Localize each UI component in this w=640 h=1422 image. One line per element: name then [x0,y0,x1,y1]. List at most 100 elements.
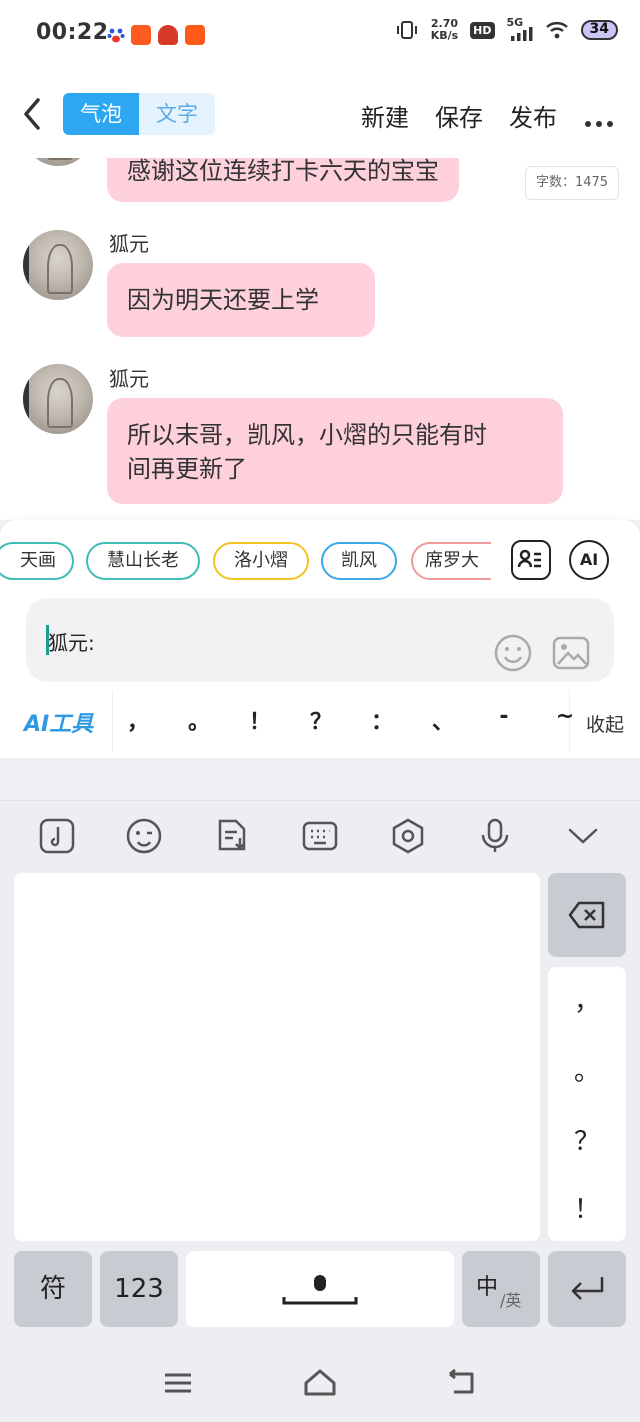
punct-key[interactable]: ~ [550,704,580,729]
message-bubble[interactable]: 感谢这位连续打卡六天的宝宝 [107,158,459,202]
sender-name: 狐元 [109,232,149,256]
clipboard-button[interactable] [214,818,250,854]
wink-face-icon [126,818,162,854]
more-button[interactable] [585,112,613,127]
punct-key[interactable]: ！ [548,1189,626,1226]
message-input[interactable]: 狐元: [26,598,614,682]
emoji-button[interactable] [494,634,532,672]
chat-area[interactable]: 感谢这位连续打卡六天的宝宝 字数：1475 狐元 因为明天还要上学 狐元 所以末… [0,158,640,520]
hd-badge: HD [470,21,495,39]
contact-card-icon [517,549,541,568]
smiley-icon [494,634,532,672]
hide-keyboard-button[interactable] [565,818,601,854]
keyboard-icon [302,821,338,851]
character-manage-button[interactable] [511,540,551,580]
tab-text[interactable]: 文字 [139,93,215,135]
signal-bars-icon [510,27,533,41]
save-button[interactable]: 保存 [435,98,483,133]
keyboard-gap [0,758,640,800]
back-nav-button[interactable] [446,1368,478,1398]
menu-icon [165,1373,191,1393]
return-arrow-icon [571,1277,604,1300]
status-time: 00:22 [36,20,109,45]
word-count: 字数：1475 [525,166,619,200]
language-sub: /英 [500,1291,522,1310]
delete-key[interactable] [548,873,626,957]
vibrate-icon [396,21,417,39]
punctuation-strip: ， 。 ！ ？ ： 、 - ~ [112,690,574,752]
avatar[interactable] [23,158,93,166]
avatar[interactable] [23,364,93,434]
message-bubble[interactable]: 所以末哥，凯风，小熠的只能有时 间再更新了 [107,398,563,504]
message-input-text: 狐元: [48,631,95,655]
ai-button[interactable]: AI [569,540,609,580]
chevron-left-icon [24,98,40,130]
message-bubble[interactable]: 因为明天还要上学 [107,263,375,337]
mode-switch: 气泡 文字 [63,93,215,135]
keyboard-layout-button[interactable] [302,818,338,854]
backspace-icon [568,901,605,929]
avatar[interactable] [23,230,93,300]
punct-key[interactable]: 、 [428,704,458,736]
wifi-icon [545,22,568,39]
punct-key[interactable]: ， [548,981,626,1018]
tab-bubble[interactable]: 气泡 [63,93,139,135]
chevron-down-icon [568,828,598,844]
new-button[interactable]: 新建 [361,98,409,133]
emoji-panel-button[interactable] [126,818,162,854]
game-app-icon [158,25,178,45]
message-text-line: 所以末哥，凯风，小熠的只能有时 [127,421,487,449]
symbols-key[interactable]: 符 [14,1251,92,1327]
enter-key[interactable] [548,1251,626,1327]
baidu-app-icon [106,25,126,45]
character-chip[interactable]: 洛小熠 [213,542,309,580]
battery-indicator: 34 [580,20,618,40]
hexagon-settings-icon [392,818,424,854]
numbers-key[interactable]: 123 [100,1251,178,1327]
top-nav: 气泡 文字 新建 保存 发布 [0,72,640,158]
net-speed: 2.70 KB/s [430,17,459,42]
document-download-icon [218,819,246,851]
back-button[interactable] [18,94,48,134]
message-text: 因为明天还要上学 [127,286,319,314]
music-button[interactable] [39,818,75,854]
home-button[interactable] [303,1368,336,1398]
image-button[interactable] [552,634,590,672]
ai-tools-button[interactable]: AI工具 [24,706,93,738]
microphone-icon [481,818,509,852]
collapse-button[interactable]: 收起 [586,710,624,737]
punct-key[interactable]: ！ [245,704,275,736]
character-chip[interactable]: 天画 [0,542,74,580]
punct-key[interactable]: - [489,704,519,729]
punct-key[interactable]: 。 [184,704,214,736]
taobao-app-icon [131,25,151,45]
status-bar: 00:22 2.70 KB/s HD 5G 34 [0,0,640,72]
space-mic-icon [282,1275,358,1305]
settings-button[interactable] [390,818,426,854]
sender-name: 狐元 [109,367,149,391]
punct-key[interactable]: ： [367,704,397,736]
message-text-line: 间再更新了 [127,455,247,483]
back-arrow-icon [449,1368,474,1394]
space-key[interactable] [186,1251,454,1327]
punct-key[interactable]: 。 [548,1051,626,1088]
character-chip[interactable]: 凯风 [321,542,397,580]
punct-key[interactable]: ？ [306,704,336,736]
language-main: 中 [476,1275,499,1300]
system-nav-bar [0,1340,640,1422]
keyboard: ， 。 ？ ！ 符 123 中 /英 [0,800,640,1340]
message-text: 感谢这位连续打卡六天的宝宝 [127,158,439,185]
language-switch-key[interactable]: 中 /英 [462,1251,540,1327]
publish-button[interactable]: 发布 [509,98,557,133]
punct-key[interactable]: ， [123,704,153,736]
character-chip[interactable]: 慧山长老 [86,542,200,580]
voice-button[interactable] [477,818,513,854]
more-dots-icon [585,121,613,127]
punct-key[interactable]: ？ [548,1121,626,1158]
home-icon [304,1369,336,1396]
character-chip[interactable]: 席罗大 [411,542,491,580]
handwriting-area[interactable] [14,873,540,1241]
kuaishou-app-icon [185,25,205,45]
menu-button[interactable] [162,1368,194,1398]
editor-panel: 天画 慧山长老 洛小熠 凯风 席罗大 AI 狐元: AI工具 ， 。 ！ ？ ：… [0,520,640,758]
